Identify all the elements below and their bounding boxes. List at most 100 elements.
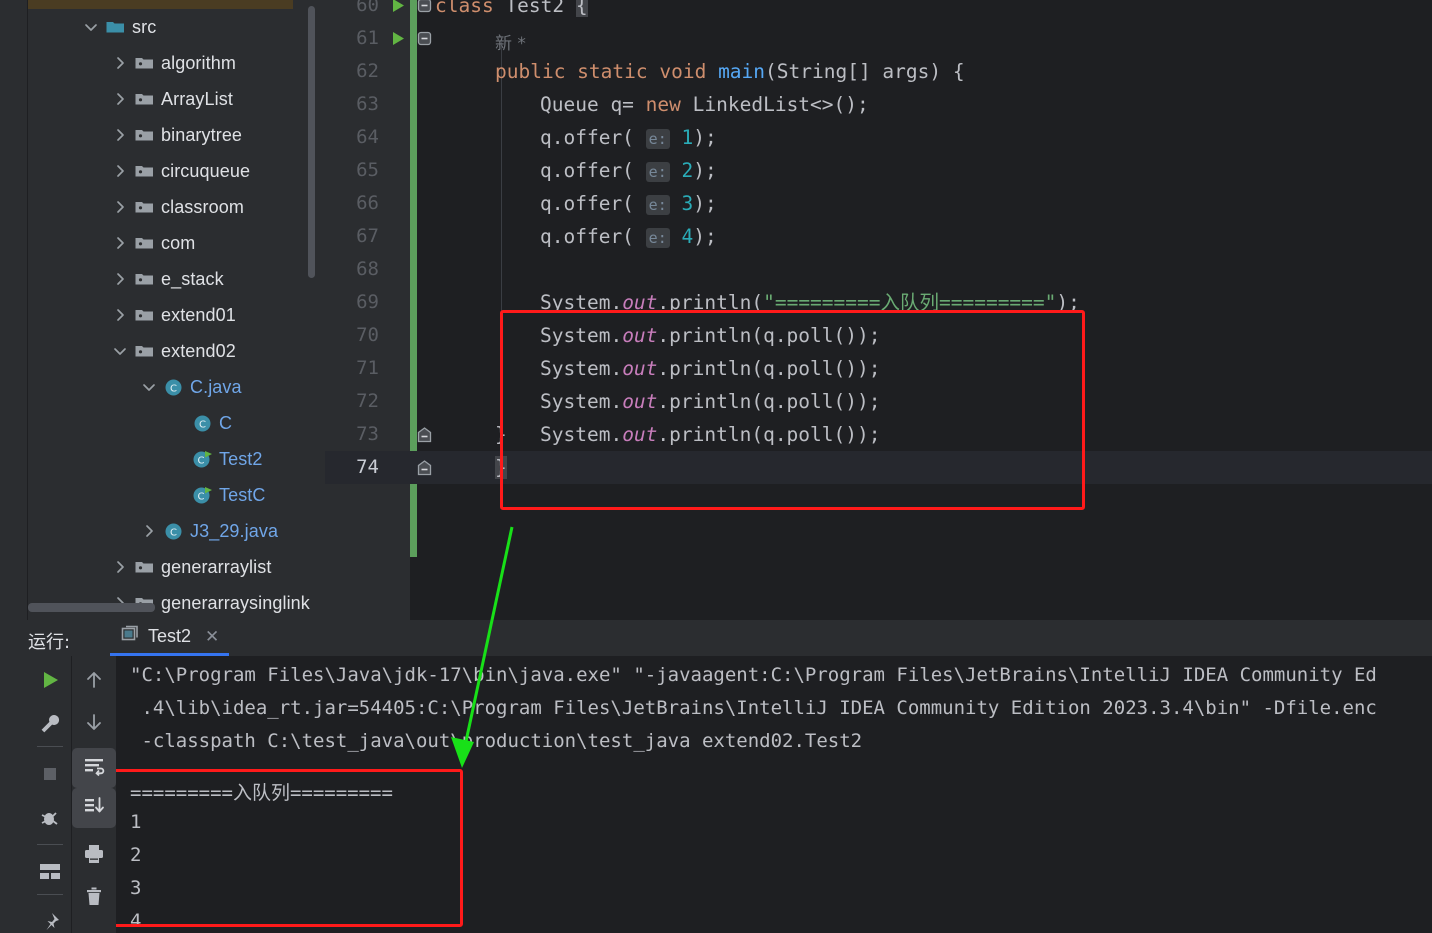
tree-item-arraylist[interactable]: ArrayList (28, 81, 325, 117)
trash-icon (83, 885, 105, 912)
console-output[interactable]: "C:\Program Files\Java\jdk-17\bin\java.e… (116, 656, 1432, 933)
gutter-run-icon[interactable] (387, 22, 409, 55)
tree-item-com[interactable]: com (28, 225, 325, 261)
pin-icon (39, 911, 61, 933)
project-tree-vertical-scrollbar[interactable] (308, 6, 315, 278)
tree-item-j3_29-java[interactable]: C J3_29.java (28, 513, 325, 549)
chevron-right-icon[interactable] (138, 523, 160, 539)
fold-collapse-icon[interactable] (414, 0, 434, 22)
soft-wrap-button[interactable] (72, 748, 116, 788)
code-line[interactable]: q.offer( e: 1); (540, 121, 717, 154)
console-output-line: 2 (130, 844, 142, 866)
run-tab-label: Test2 (148, 626, 192, 646)
code-line[interactable]: System.out.println(q.poll()); (540, 352, 880, 385)
chevron-right-icon[interactable] (109, 163, 131, 179)
pin-button[interactable] (28, 904, 72, 933)
scroll-end-icon (83, 795, 105, 822)
tree-item-c[interactable]: CC (28, 405, 325, 441)
next-occurrence-button[interactable] (72, 704, 116, 744)
printer-icon (83, 843, 105, 870)
code-line[interactable]: } (495, 451, 507, 484)
code-line[interactable]: class Test2 { (435, 0, 588, 22)
project-tool-window[interactable]: src algorithm ArrayList binarytree circuqueu… (28, 0, 325, 620)
code-line[interactable]: } (495, 418, 507, 451)
tree-item-label: ArrayList (161, 88, 233, 109)
run-tab-test2[interactable]: Test2 ✕ (110, 620, 230, 656)
java-class-icon: C (160, 378, 186, 397)
tree-item-classroom[interactable]: classroom (28, 189, 325, 225)
tree-item-label: binarytree (161, 124, 243, 145)
current-line-highlight (325, 451, 1432, 484)
indent-guide (501, 42, 502, 446)
print-button[interactable] (72, 836, 116, 876)
rerun-button[interactable] (28, 662, 72, 702)
chevron-right-icon[interactable] (109, 199, 131, 215)
line-number: 64 (356, 126, 379, 148)
layout-button[interactable] (28, 854, 72, 894)
tree-item-extend01[interactable]: extend01 (28, 297, 325, 333)
fold-end-icon[interactable] (414, 418, 434, 451)
left-tool-window-bar (0, 0, 28, 620)
prev-occurrence-button[interactable] (72, 662, 116, 702)
tree-item-circuqueue[interactable]: circuqueue (28, 153, 325, 189)
scroll-to-end-button[interactable] (72, 788, 116, 828)
run-tool-window[interactable]: 运行: Test2 ✕ "C:\Program Files\Java\jdk-1… (0, 620, 1432, 933)
tree-item-label: src (132, 16, 157, 37)
tree-item-algorithm[interactable]: algorithm (28, 45, 325, 81)
gutter-run-icon[interactable] (387, 0, 409, 22)
run-left-toolbar[interactable] (28, 656, 72, 933)
tree-item-generarraylist[interactable]: generarraylist (28, 549, 325, 585)
clear-all-button[interactable] (72, 878, 116, 918)
project-tree-horizontal-scrollbar[interactable] (28, 603, 155, 612)
chevron-right-icon[interactable] (109, 55, 131, 71)
project-tree[interactable]: src algorithm ArrayList binarytree circuqueu… (28, 9, 325, 620)
tree-item-src[interactable]: src (28, 9, 325, 45)
code-editor[interactable]: 606162636465666768697071727374新 *class T… (325, 0, 1432, 620)
chevron-down-icon[interactable] (80, 19, 102, 35)
layout-icon (39, 862, 61, 887)
close-icon[interactable]: ✕ (205, 627, 219, 647)
fold-end-icon[interactable] (414, 451, 434, 484)
code-line[interactable]: q.offer( e: 2); (540, 154, 717, 187)
code-line[interactable]: q.offer( e: 4); (540, 220, 717, 253)
tree-item-label: e_stack (161, 268, 224, 289)
stop-square-icon (39, 763, 61, 790)
chevron-right-icon[interactable] (109, 307, 131, 323)
chevron-right-icon[interactable] (109, 235, 131, 251)
chevron-down-icon[interactable] (109, 343, 131, 359)
run-secondary-toolbar[interactable] (72, 656, 116, 933)
tree-item-testc[interactable]: C TestC (28, 477, 325, 513)
fold-collapse-icon[interactable] (414, 22, 434, 55)
console-command-line: .4\lib\idea_rt.jar=54405:C:\Program File… (130, 697, 1377, 719)
chevron-down-icon[interactable] (138, 379, 160, 395)
run-tab-bar: 运行: Test2 ✕ (28, 620, 1432, 656)
tree-item-label: generarraysinglink (161, 592, 310, 613)
stop-button[interactable] (28, 756, 72, 796)
line-number: 71 (356, 357, 379, 379)
chevron-right-icon[interactable] (109, 91, 131, 107)
tree-item-e_stack[interactable]: e_stack (28, 261, 325, 297)
svg-text:C: C (197, 455, 204, 466)
code-line[interactable]: System.out.println("=========入队列========… (540, 286, 1080, 319)
chevron-right-icon[interactable] (109, 127, 131, 143)
code-line[interactable]: Queue q= new LinkedList<>(); (540, 88, 869, 121)
toolbar-separator (37, 746, 63, 747)
settings-button[interactable] (28, 706, 72, 746)
code-line[interactable]: public static void main(String[] args) { (495, 55, 965, 88)
code-line[interactable]: q.offer( e: 3); (540, 187, 717, 220)
tree-item-extend02[interactable]: extend02 (28, 333, 325, 369)
tree-item-test2[interactable]: C Test2 (28, 441, 325, 477)
code-line[interactable]: System.out.println(q.poll()); (540, 319, 880, 352)
code-line[interactable]: System.out.println(q.poll()); (540, 418, 880, 451)
tree-item-c-java[interactable]: C C.java (28, 369, 325, 405)
folder-icon (131, 559, 157, 575)
chevron-right-icon[interactable] (109, 559, 131, 575)
tree-item-binarytree[interactable]: binarytree (28, 117, 325, 153)
code-line[interactable]: System.out.println(q.poll()); (540, 385, 880, 418)
folder-icon (131, 343, 157, 359)
chevron-right-icon[interactable] (109, 271, 131, 287)
line-number: 69 (356, 291, 379, 313)
svg-text:C: C (197, 491, 204, 502)
arrow-up-icon (83, 669, 105, 696)
debug-button[interactable] (28, 800, 72, 840)
